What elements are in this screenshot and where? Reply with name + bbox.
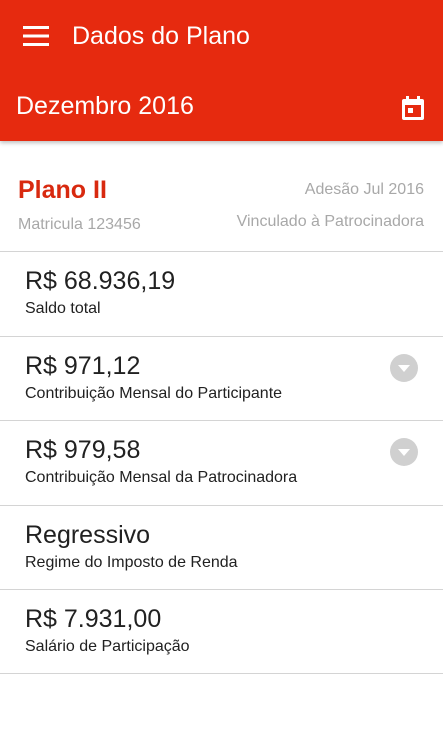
- value-amount: R$ 68.936,19: [25, 267, 176, 295]
- plan-adhesion-date: Adesão Jul 2016: [304, 181, 424, 198]
- page-title: Dados do Plano: [72, 22, 250, 50]
- chevron-down-icon: [390, 354, 418, 382]
- list-item-participant-contribution[interactable]: R$ 971,12 Contribuição Mensal do Partici…: [0, 337, 443, 421]
- plan-sponsor-link: Vinculado à Patrocinadora: [236, 213, 424, 230]
- hamburger-menu-icon: [23, 26, 49, 46]
- value-caption: Contribuição Mensal do Participante: [25, 385, 283, 402]
- plan-name: Plano II: [18, 176, 107, 204]
- list-item-tax-regime: Regressivo Regime do Imposto de Renda: [0, 506, 443, 590]
- menu-button[interactable]: [12, 14, 60, 58]
- plan-enrollment-number: Matricula 123456: [18, 216, 141, 233]
- expand-button[interactable]: [386, 434, 422, 470]
- value-amount: R$ 979,58: [25, 436, 141, 464]
- value-caption: Contribuição Mensal da Patrocinadora: [25, 469, 298, 486]
- value-caption: Salário de Participação: [25, 638, 190, 655]
- list-item-sponsor-contribution[interactable]: R$ 979,58 Contribuição Mensal da Patroci…: [0, 421, 443, 505]
- period-label[interactable]: Dezembro 2016: [16, 89, 194, 123]
- expand-button[interactable]: [386, 350, 422, 386]
- calendar-button[interactable]: [390, 86, 436, 130]
- chevron-down-icon: [390, 438, 418, 466]
- app-bar: Dados do Plano: [0, 0, 443, 72]
- divider: [0, 673, 443, 674]
- list-item-participation-salary: R$ 7.931,00 Salário de Participação: [0, 590, 443, 674]
- value-amount: R$ 7.931,00: [25, 605, 162, 633]
- value-amount: Regressivo: [25, 521, 151, 549]
- list-item-total-balance: R$ 68.936,19 Saldo total: [0, 252, 443, 336]
- value-amount: R$ 971,12: [25, 352, 141, 380]
- value-caption: Saldo total: [25, 300, 101, 317]
- value-caption: Regime do Imposto de Renda: [25, 554, 238, 571]
- calendar-icon: [402, 96, 424, 120]
- plan-data-screen: Dados do Plano Dezembro 2016 Plano II Ma…: [0, 0, 443, 738]
- plan-summary: Plano II Matricula 123456 Adesão Jul 201…: [0, 165, 443, 251]
- header: Dados do Plano Dezembro 2016: [0, 0, 443, 141]
